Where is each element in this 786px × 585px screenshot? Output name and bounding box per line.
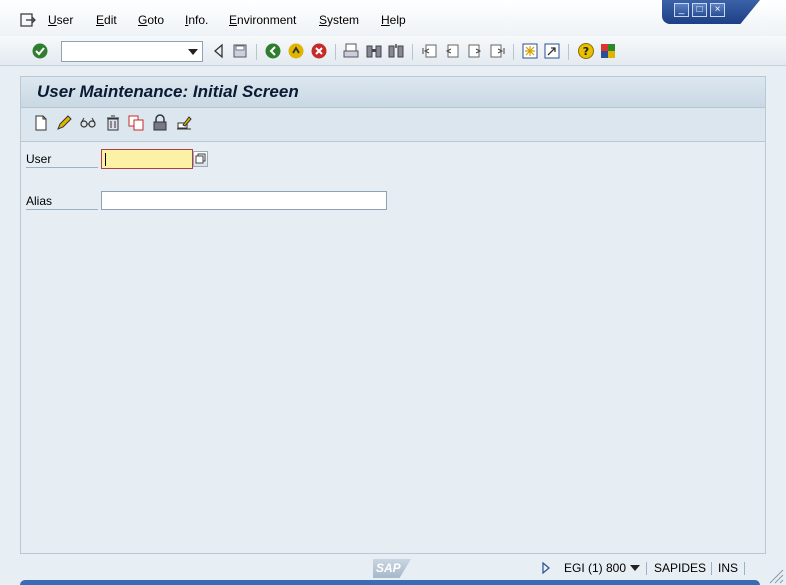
- toolbar-separator: [412, 44, 413, 60]
- toolbar-separator: [256, 44, 257, 60]
- customize-layout-icon[interactable]: [599, 42, 617, 60]
- alias-input[interactable]: [101, 191, 387, 210]
- close-window-button[interactable]: ×: [710, 3, 725, 17]
- standard-toolbar: ?: [0, 36, 786, 66]
- next-page-icon[interactable]: [466, 42, 484, 60]
- page-title: User Maintenance: Initial Screen: [37, 82, 299, 101]
- first-page-icon[interactable]: [421, 42, 439, 60]
- help-icon[interactable]: ?: [577, 42, 595, 60]
- chevron-down-icon[interactable]: [188, 49, 198, 55]
- menu-exit-icon[interactable]: [20, 13, 36, 27]
- resize-grip-icon[interactable]: [766, 566, 784, 584]
- chevron-down-icon[interactable]: [630, 564, 640, 572]
- user-label: User: [26, 152, 98, 168]
- window-bottom-edge: [20, 580, 760, 585]
- main-panel: User Maintenance: Initial Screen User Al…: [20, 76, 766, 554]
- copy-icon[interactable]: [127, 114, 145, 132]
- title-bar: User Maintenance: Initial Screen: [21, 77, 765, 108]
- menu-environment[interactable]: Environment: [229, 13, 296, 27]
- back-icon[interactable]: [264, 42, 282, 60]
- lock-icon[interactable]: [151, 114, 169, 132]
- shortcut-icon[interactable]: [543, 42, 561, 60]
- alias-label: Alias: [26, 194, 98, 210]
- status-separator: [711, 562, 712, 575]
- command-field[interactable]: [61, 41, 203, 62]
- menu-edit[interactable]: Edit: [96, 13, 117, 27]
- system-info: EGI (1) 800: [564, 561, 627, 575]
- value-help-icon: [195, 153, 206, 164]
- previous-page-icon[interactable]: [443, 42, 461, 60]
- menu-bar: User Edit Goto Info. Environment System …: [0, 0, 786, 36]
- user-input[interactable]: [101, 149, 193, 169]
- menu-user[interactable]: User: [48, 13, 73, 27]
- sap-logo: SAP: [373, 559, 411, 578]
- cancel-icon[interactable]: [310, 42, 328, 60]
- find-icon[interactable]: [365, 42, 383, 60]
- create-session-icon[interactable]: [521, 42, 539, 60]
- enter-check-icon[interactable]: [31, 42, 49, 60]
- find-next-icon[interactable]: [387, 42, 405, 60]
- value-help-button[interactable]: [193, 151, 208, 167]
- server-name: SAPIDES: [654, 561, 707, 575]
- status-expand-icon[interactable]: [541, 561, 551, 575]
- text-cursor: [105, 153, 106, 166]
- delete-trash-icon[interactable]: [104, 114, 122, 132]
- insert-mode: INS: [718, 561, 739, 575]
- menu-goto[interactable]: Goto: [138, 13, 164, 27]
- last-page-icon[interactable]: [488, 42, 506, 60]
- exit-icon[interactable]: [287, 42, 305, 60]
- window-controls: _ □ ×: [662, 0, 760, 24]
- change-password-icon[interactable]: [175, 114, 193, 132]
- maximize-button[interactable]: □: [692, 3, 707, 17]
- menu-info[interactable]: Info.: [185, 13, 208, 27]
- print-icon[interactable]: [342, 42, 360, 60]
- application-toolbar: [21, 108, 765, 142]
- display-glasses-icon[interactable]: [79, 114, 97, 132]
- toolbar-separator: [335, 44, 336, 60]
- svg-text:?: ?: [583, 45, 589, 58]
- menu-system[interactable]: System: [319, 13, 359, 27]
- menu-help[interactable]: Help: [381, 13, 406, 27]
- back-triangle-icon[interactable]: [210, 42, 228, 60]
- minimize-button[interactable]: _: [674, 3, 689, 17]
- change-pencil-icon[interactable]: [55, 114, 73, 132]
- save-icon[interactable]: [231, 42, 249, 60]
- toolbar-separator: [513, 44, 514, 60]
- status-separator: [744, 562, 745, 575]
- status-separator: [646, 562, 647, 575]
- create-icon[interactable]: [32, 114, 50, 132]
- toolbar-separator: [568, 44, 569, 60]
